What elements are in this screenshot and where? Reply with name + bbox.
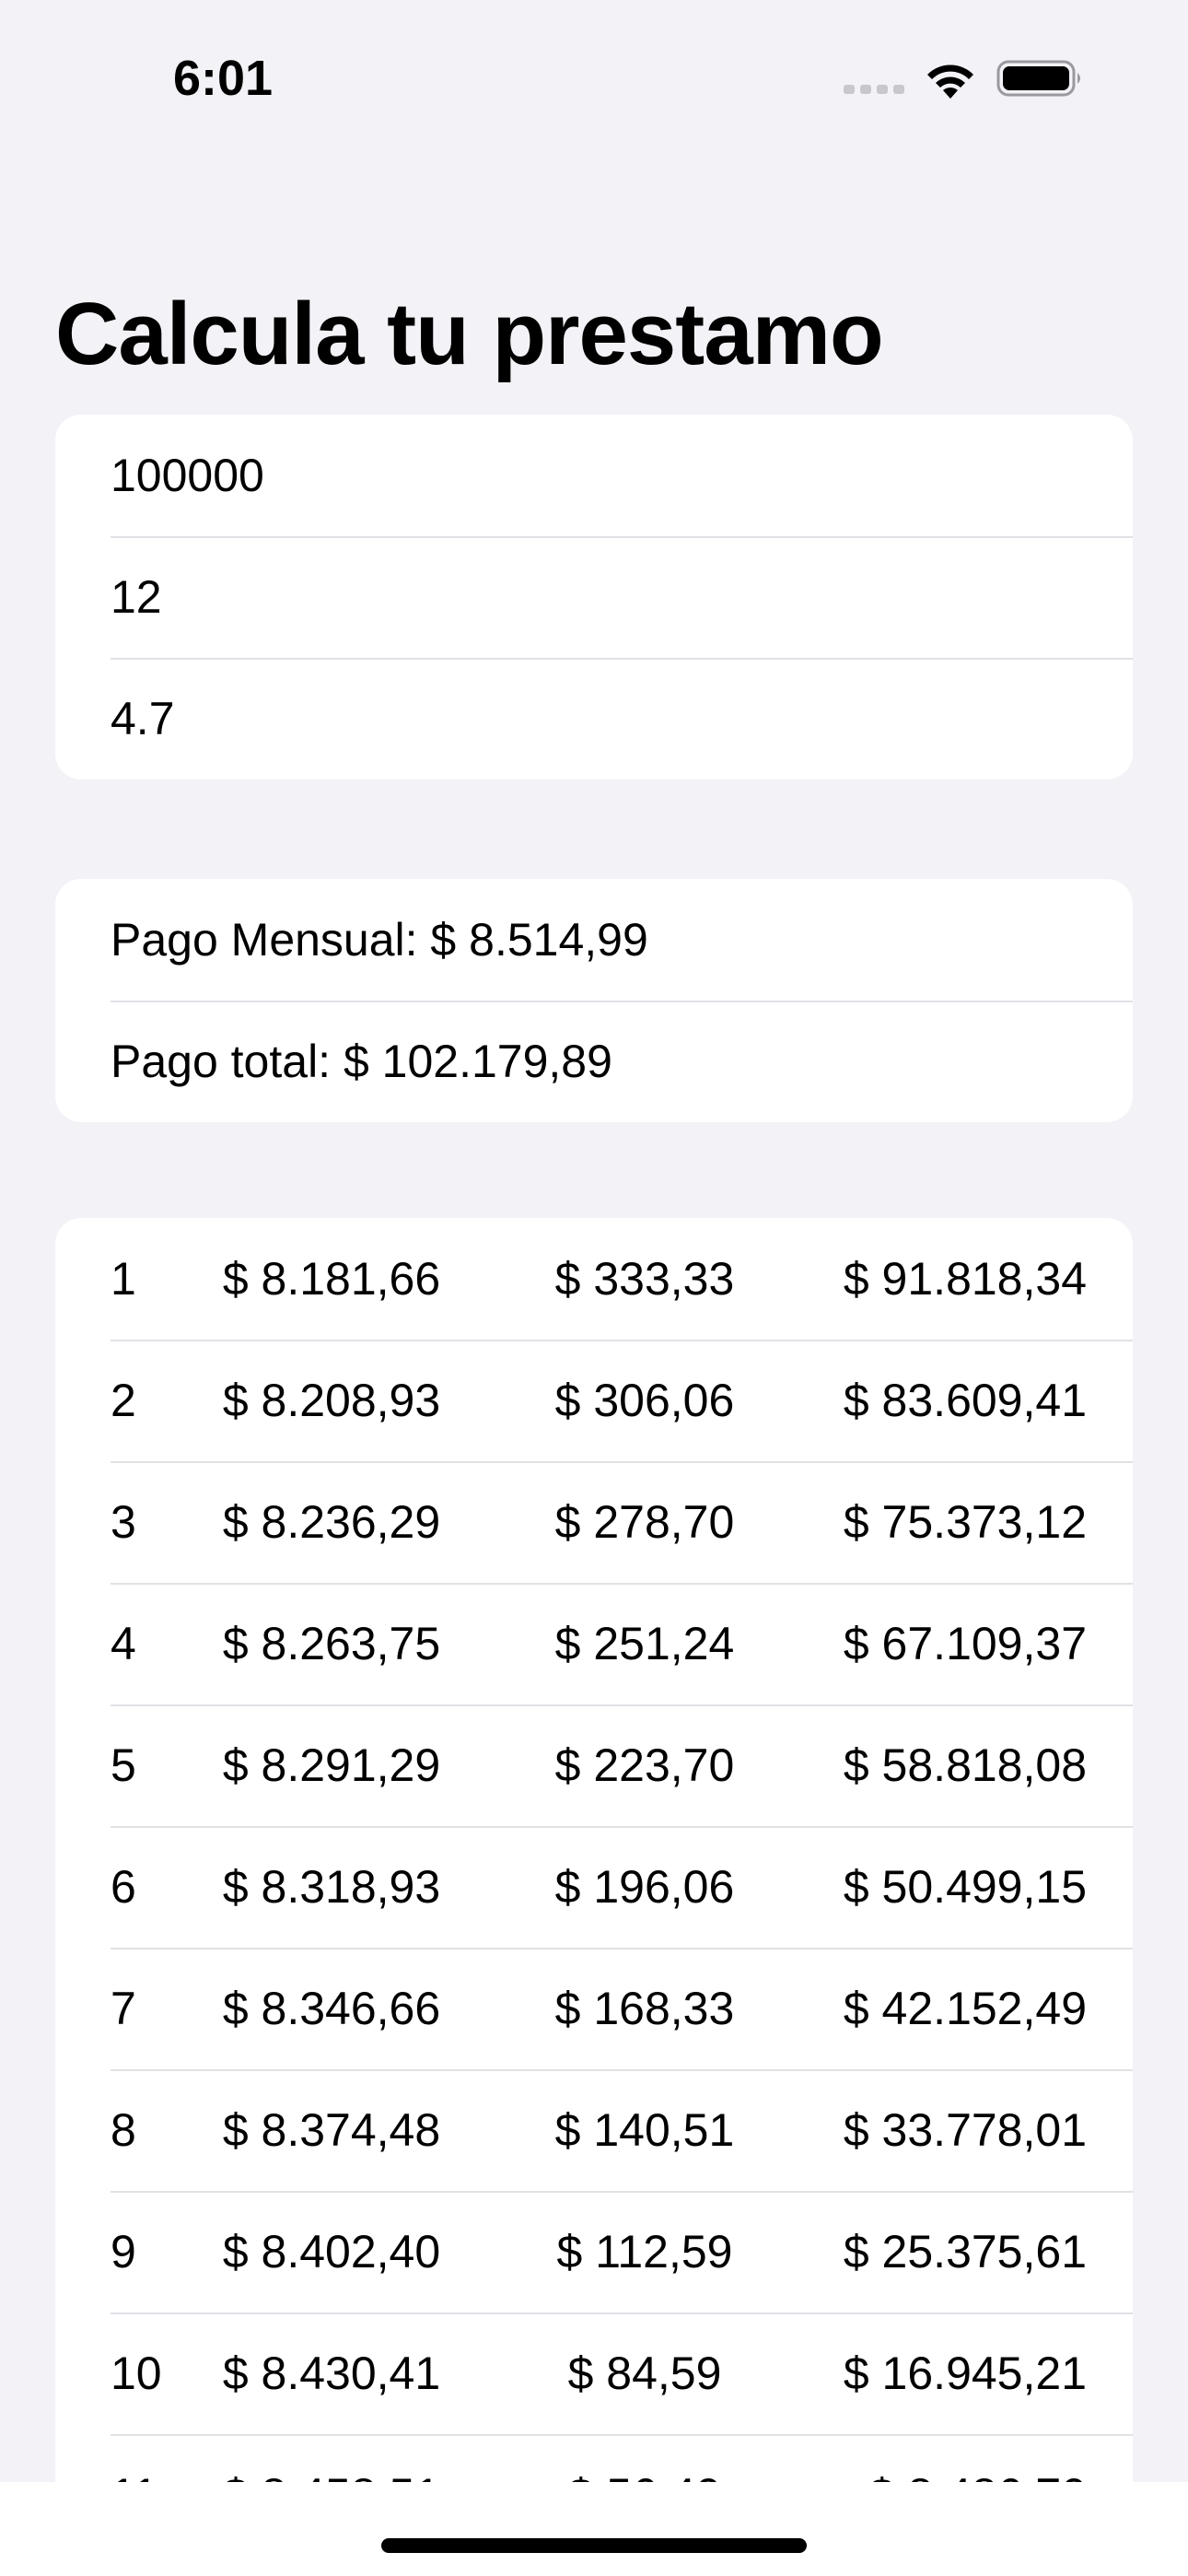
balance-cell: $ 50.499,15 [843, 1861, 1087, 1913]
principal-cell: $ 8.430,41 [222, 2348, 441, 2399]
principal-cell: $ 8.402,40 [222, 2226, 441, 2277]
principal-cell: $ 8.208,93 [222, 1375, 441, 1426]
table-row: 9 $ 8.402,40 $ 112,59 $ 25.375,61 [55, 2191, 1133, 2313]
interest-cell: $ 306,06 [554, 1375, 735, 1426]
cellular-signal-icon [844, 63, 904, 94]
interest-cell: $ 196,06 [554, 1861, 735, 1913]
interest-cell: $ 278,70 [554, 1496, 735, 1548]
rate-row [55, 658, 1133, 779]
interest-cell: $ 112,59 [556, 2226, 733, 2277]
period-cell: 7 [111, 1983, 136, 2034]
table-row: 4 $ 8.263,75 $ 251,24 $ 67.109,37 [55, 1583, 1133, 1704]
interest-cell: $ 333,33 [554, 1253, 735, 1305]
principal-cell: $ 8.318,93 [222, 1861, 441, 1913]
loan-amount-field[interactable] [111, 449, 1068, 502]
page-title: Calcula tu prestamo [55, 285, 884, 383]
bottom-safe-area [0, 2482, 1188, 2576]
loan-months-field[interactable] [111, 570, 1068, 624]
balance-cell: $ 42.152,49 [843, 1983, 1087, 2034]
balance-cell: $ 83.609,41 [843, 1375, 1087, 1426]
period-cell: 4 [111, 1618, 136, 1669]
period-cell: 9 [111, 2226, 136, 2277]
table-row: 3 $ 8.236,29 $ 278,70 $ 75.373,12 [55, 1461, 1133, 1583]
balance-cell: $ 75.373,12 [843, 1496, 1087, 1548]
battery-icon [996, 58, 1085, 99]
table-row: 8 $ 8.374,48 $ 140,51 $ 33.778,01 [55, 2069, 1133, 2191]
interest-cell: $ 140,51 [554, 2104, 735, 2156]
period-cell: 6 [111, 1861, 136, 1913]
table-row: 10 $ 8.430,41 $ 84,59 $ 16.945,21 [55, 2313, 1133, 2434]
period-cell: 1 [111, 1253, 136, 1305]
interest-cell: $ 168,33 [554, 1983, 735, 2034]
home-indicator[interactable] [381, 2538, 807, 2553]
principal-cell: $ 8.181,66 [222, 1253, 441, 1305]
table-row: 5 $ 8.291,29 $ 223,70 $ 58.818,08 [55, 1704, 1133, 1826]
results-card: Pago Mensual: $ 8.514,99 Pago total: $ 1… [55, 879, 1133, 1122]
interest-cell: $ 251,24 [554, 1618, 735, 1669]
amount-row [55, 415, 1133, 536]
interest-cell: $ 84,59 [567, 2348, 722, 2399]
period-cell: 3 [111, 1496, 136, 1548]
monthly-payment-row: Pago Mensual: $ 8.514,99 [55, 879, 1133, 1001]
months-row [55, 536, 1133, 658]
period-cell: 5 [111, 1739, 136, 1791]
balance-cell: $ 33.778,01 [843, 2104, 1087, 2156]
table-row: 1 $ 8.181,66 $ 333,33 $ 91.818,34 [55, 1218, 1133, 1340]
loan-inputs-card [55, 415, 1133, 779]
principal-cell: $ 8.346,66 [222, 1983, 441, 2034]
principal-cell: $ 8.236,29 [222, 1496, 441, 1548]
status-time: 6:01 [173, 51, 274, 106]
table-row: 6 $ 8.318,93 $ 196,06 $ 50.499,15 [55, 1826, 1133, 1948]
period-cell: 8 [111, 2104, 136, 2156]
status-icons [844, 55, 1085, 101]
monthly-payment-text: Pago Mensual: $ 8.514,99 [111, 914, 648, 966]
period-cell: 10 [111, 2348, 162, 2399]
table-row: 2 $ 8.208,93 $ 306,06 $ 83.609,41 [55, 1340, 1133, 1461]
principal-cell: $ 8.291,29 [222, 1739, 441, 1791]
total-payment-text: Pago total: $ 102.179,89 [111, 1036, 612, 1087]
amortization-table: 1 $ 8.181,66 $ 333,33 $ 91.818,34 2 $ 8.… [55, 1218, 1133, 2576]
period-cell: 2 [111, 1375, 136, 1426]
screen: 6:01 Calcula tu prestamo 100000 12 4.7 P… [0, 0, 1188, 2576]
table-row: 7 $ 8.346,66 $ 168,33 $ 42.152,49 [55, 1948, 1133, 2069]
balance-cell: $ 67.109,37 [843, 1618, 1087, 1669]
interest-rate-field[interactable] [111, 692, 1068, 745]
principal-cell: $ 8.374,48 [222, 2104, 441, 2156]
wifi-icon [923, 58, 978, 99]
balance-cell: $ 58.818,08 [843, 1739, 1087, 1791]
interest-cell: $ 223,70 [554, 1739, 735, 1791]
balance-cell: $ 16.945,21 [843, 2348, 1087, 2399]
total-payment-row: Pago total: $ 102.179,89 [55, 1001, 1133, 1122]
principal-cell: $ 8.263,75 [222, 1618, 441, 1669]
balance-cell: $ 25.375,61 [843, 2226, 1087, 2277]
balance-cell: $ 91.818,34 [843, 1253, 1087, 1305]
